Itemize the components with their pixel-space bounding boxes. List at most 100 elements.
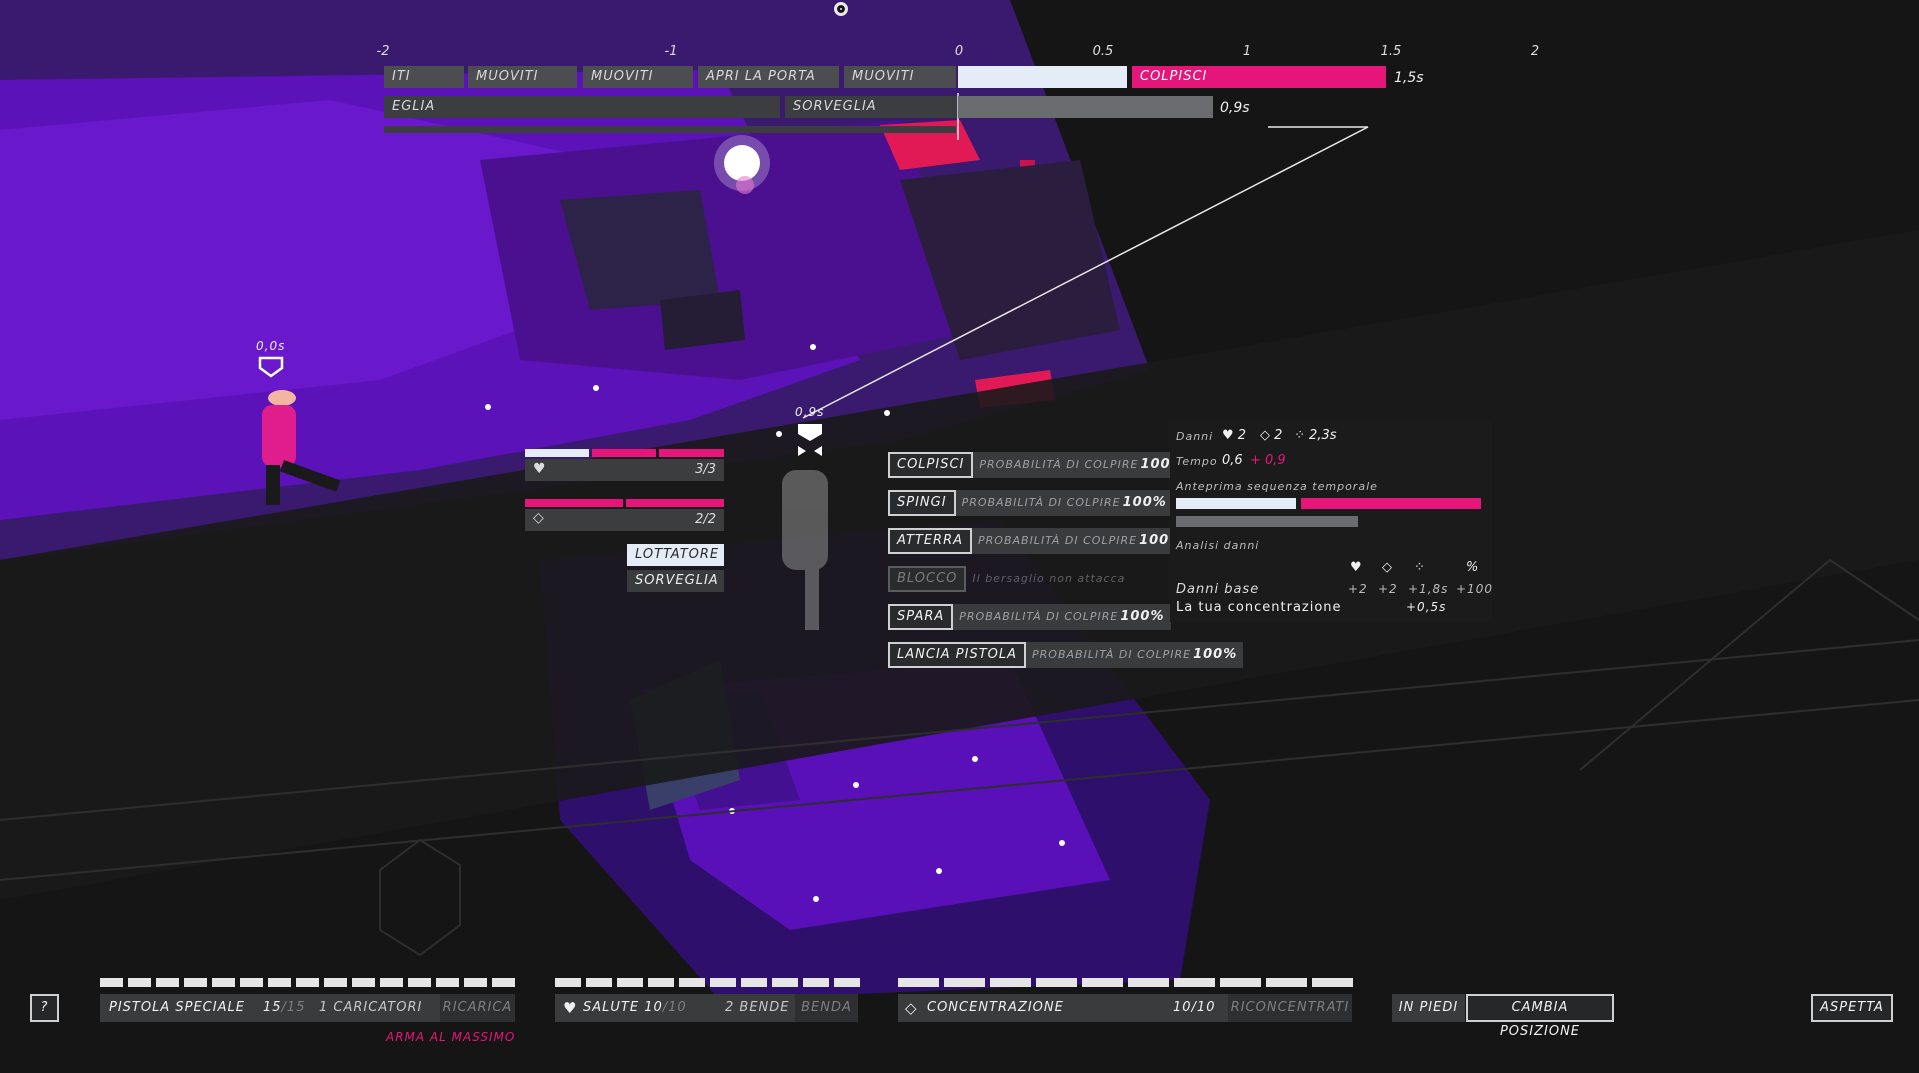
health-pips: [555, 978, 860, 987]
action-button[interactable]: SPARA: [888, 604, 954, 630]
timeline-enemy-bar: [958, 96, 1213, 118]
hit-chance: PROBABILITÀ DI COLPIRE 100%: [972, 528, 1190, 554]
stun-icon: ⁘: [1294, 428, 1305, 443]
ammo-pips: [100, 978, 515, 987]
your-focus-label: La tua concentrazione: [1176, 600, 1342, 615]
timeline-planned-bar: [958, 66, 1127, 88]
base-damage-label: Danni base: [1176, 582, 1260, 597]
action-lancia-pistola[interactable]: LANCIA PISTOLA PROBABILITÀ DI COLPIRE 100…: [888, 642, 1244, 668]
focus-diamond-icon: ◇: [905, 999, 918, 1017]
percent-col: %: [1466, 560, 1479, 575]
action-button[interactable]: SPINGI: [888, 490, 956, 516]
target-focus-box: ◇ 2/2: [525, 509, 724, 531]
timeline-tick: 0.5: [1092, 44, 1114, 59]
bandages-count: 2 BENDE: [725, 1000, 790, 1015]
timeline-tick: -1: [664, 44, 678, 59]
damage-health: ♥ 2: [1222, 428, 1247, 443]
preview-label: Anteprima sequenza temporale: [1176, 480, 1378, 493]
gear-icon[interactable]: [834, 2, 848, 16]
action-button[interactable]: BLOCCO: [888, 566, 967, 592]
timeline-tick: 1.5: [1380, 44, 1402, 59]
heart-icon: ♥: [533, 461, 546, 477]
target-marker-icon[interactable]: [797, 423, 823, 457]
weapon-status: ARMA AL MASSIMO: [386, 1030, 516, 1044]
timeline-enemy-sub-bar: [384, 126, 956, 133]
preview-bar-enemy: [1176, 516, 1358, 527]
timeline-tick: -2: [376, 44, 390, 59]
preview-bar-action: [1301, 498, 1481, 509]
health-label: SALUTE 10/10: [583, 1000, 687, 1015]
damage-focus: ◇ 2: [1260, 428, 1283, 443]
focus-label: CONCENTRAZIONE: [927, 1000, 1064, 1015]
ammo-count: 15/15: [263, 1000, 306, 1015]
stun-icon: ⁘: [1414, 560, 1425, 575]
base-focus: +2: [1378, 582, 1398, 596]
analysis-label: Analisi danni: [1176, 539, 1260, 552]
timeline-tick: 0: [954, 44, 964, 59]
target-time-label: 0,9s: [795, 405, 825, 419]
action-button[interactable]: LANCIA PISTOLA: [888, 642, 1027, 668]
action-button[interactable]: ATTERRA: [888, 528, 973, 554]
timeline-tick: 2: [1530, 44, 1540, 59]
target-health-box: ♥ 3/3: [525, 459, 724, 481]
target-focus-value: 2/2: [695, 512, 716, 527]
timeline-past-action: MUOVITI: [468, 66, 577, 88]
base-pct: +100: [1456, 582, 1493, 596]
timeline-tick: 1: [1242, 44, 1252, 59]
focus-diamond-icon: ◇: [533, 510, 544, 526]
focus-value: 10/10: [1173, 1000, 1216, 1015]
timeline-enemy-action: EGLIA: [384, 96, 780, 118]
heart-icon: ♥: [1350, 560, 1362, 575]
hit-chance: PROBABILITÀ DI COLPIRE 100%: [953, 604, 1171, 630]
refocus-button[interactable]: RICONCENTRATI: [1228, 994, 1352, 1022]
stance-indicator: IN PIEDI: [1392, 994, 1465, 1022]
weapon-panel: PISTOLA SPECIALE 15/15 1 CARICATORI RICA…: [100, 994, 515, 1022]
focus-diamond-icon: ◇: [1260, 428, 1270, 443]
action-blocco[interactable]: BLOCCO Il bersaglio non attacca: [888, 566, 1133, 592]
wait-button[interactable]: ASPETTA: [1811, 994, 1893, 1022]
magazines-count: 1 CARICATORI: [319, 1000, 423, 1015]
action-info-panel: Danni ♥ 2 ◇ 2 ⁘ 2,3s Tempo 0,6 + 0,9 Ant…: [1170, 422, 1492, 622]
weapon-name: PISTOLA SPECIALE: [109, 1000, 245, 1015]
timeline-past-action: ITI: [384, 66, 464, 88]
action-atterra[interactable]: ATTERRA PROBABILITÀ DI COLPIRE 100%: [888, 528, 1190, 554]
timeline-past-action: MUOVITI: [583, 66, 693, 88]
hit-chance: PROBABILITÀ DI COLPIRE 100%: [1026, 642, 1244, 668]
target-health-value: 3/3: [695, 462, 716, 477]
time-extra: + 0,9: [1250, 453, 1286, 468]
change-stance-button[interactable]: CAMBIA POSIZIONE: [1466, 994, 1614, 1039]
hit-chance: Il bersaglio non attacca: [972, 572, 1126, 585]
time-label: Tempo: [1176, 455, 1218, 468]
timeline-enemy-action: SORVEGLIA: [785, 96, 957, 118]
time-value: 0,6: [1222, 453, 1243, 468]
focus-panel: ◇ CONCENTRAZIONE 10/10 RICONCENTRATI: [898, 994, 1352, 1022]
target-state-tag: SORVEGLIA: [627, 570, 724, 592]
base-health: +2: [1348, 582, 1368, 596]
player-marker-icon[interactable]: [258, 356, 284, 378]
timeline-past-action: MUOVITI: [844, 66, 956, 88]
heart-icon: ♥: [1222, 428, 1234, 443]
action-colpisci[interactable]: COLPISCI PROBABILITÀ DI COLPIRE 100%: [888, 452, 1191, 478]
timeline-enemy-time: 0,9s: [1220, 100, 1250, 116]
timeline-player-time: 1,5s: [1394, 70, 1424, 86]
heart-icon: ♥: [563, 999, 578, 1017]
action-button[interactable]: COLPISCI: [888, 452, 974, 478]
preview-bar-planned: [1176, 498, 1296, 509]
your-focus-stun: +0,5s: [1406, 600, 1447, 614]
damage-label: Danni: [1176, 430, 1214, 443]
base-stun: +1,8s: [1408, 582, 1449, 596]
reload-button[interactable]: RICARICA: [440, 994, 515, 1022]
help-button[interactable]: ?: [30, 994, 59, 1022]
timeline-past-action: APRI LA PORTA: [698, 66, 839, 88]
action-spara[interactable]: SPARA PROBABILITÀ DI COLPIRE 100%: [888, 604, 1171, 630]
bandage-button[interactable]: BENDA: [795, 994, 858, 1022]
player-time-label: 0,0s: [256, 339, 286, 353]
focus-pips: [898, 978, 1353, 987]
timeline-action-colpisci: COLPISCI: [1132, 66, 1386, 88]
health-panel: ♥ SALUTE 10/10 2 BENDE BENDA: [555, 994, 858, 1022]
target-class-tag: LOTTATORE: [627, 544, 724, 566]
damage-stun: ⁘ 2,3s: [1294, 428, 1337, 443]
hit-chance: PROBABILITÀ DI COLPIRE 100%: [973, 452, 1191, 478]
action-spingi[interactable]: SPINGI PROBABILITÀ DI COLPIRE 100%: [888, 490, 1173, 516]
focus-diamond-icon: ◇: [1382, 560, 1392, 575]
